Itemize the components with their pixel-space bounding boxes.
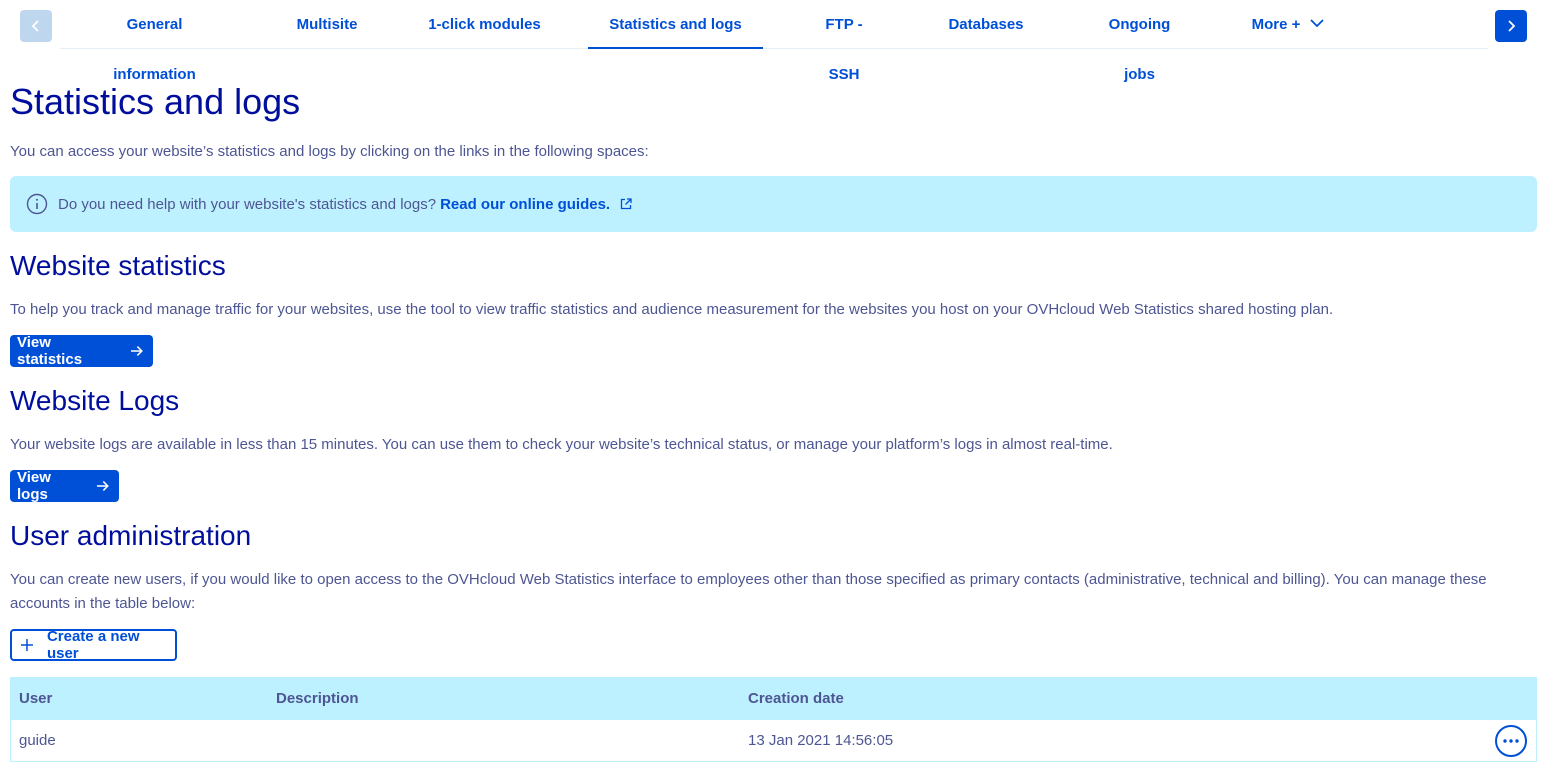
arrow-right-icon [131, 346, 144, 356]
online-guides-link[interactable]: Read our online guides. [440, 196, 610, 213]
chevron-down-icon [1310, 19, 1325, 28]
column-header-description: Description [276, 690, 359, 707]
tab-strip: General information Multisite 1-click mo… [60, 0, 1488, 83]
website-statistics-heading: Website statistics [10, 250, 226, 281]
arrow-right-icon [97, 481, 110, 491]
banner-text: Do you need help with your website's sta… [58, 195, 437, 213]
view-statistics-label: View statistics [17, 334, 83, 368]
cell-user: guide [19, 732, 56, 749]
tab-general-information[interactable]: General information [84, 0, 225, 83]
table-header: User Description Creation date [10, 677, 1537, 720]
tab-more-label: More + [1251, 16, 1301, 33]
website-logs-heading: Website Logs [10, 385, 180, 416]
website-logs-description: Your website logs are available in less … [10, 436, 1113, 453]
tab-multisite[interactable]: Multisite [292, 0, 362, 48]
plus-icon [20, 639, 33, 651]
scroll-tabs-right-button[interactable] [1495, 10, 1527, 42]
cell-creation-date: 13 Jan 2021 14:56:05 [748, 732, 894, 749]
view-logs-button[interactable]: View logs [10, 469, 119, 503]
view-statistics-button[interactable]: View statistics [10, 334, 153, 368]
website-statistics-description: To help you track and manage traffic for… [10, 301, 1334, 318]
tab-ongoing-jobs[interactable]: Ongoing jobs [1092, 0, 1187, 83]
chevron-right-icon [1508, 20, 1516, 32]
tab-1-click-modules[interactable]: 1-click modules [428, 0, 541, 48]
row-actions-button[interactable] [1495, 725, 1527, 757]
create-new-user-label: Create a new user [46, 628, 140, 662]
scroll-tabs-left-button[interactable] [20, 10, 52, 42]
info-icon [26, 193, 48, 215]
page-title: Statistics and logs [10, 81, 301, 122]
more-options-icon [1503, 739, 1519, 743]
chevron-left-icon [31, 20, 39, 32]
column-header-creation-date: Creation date [748, 690, 844, 707]
external-link-icon[interactable] [620, 198, 632, 210]
tab-navigation: General information Multisite 1-click mo… [0, 0, 1546, 83]
user-administration-heading: User administration [10, 520, 252, 551]
user-administration-description: You can create new users, if you would l… [10, 571, 1487, 612]
page-intro: You can access your website’s statistics… [10, 143, 649, 160]
tab-ftp-ssh[interactable]: FTP - SSH [810, 0, 878, 83]
users-table: User Description Creation date guide 13 … [10, 677, 1537, 762]
create-new-user-button[interactable]: Create a new user [10, 628, 177, 662]
help-banner: Do you need help with your website's sta… [10, 176, 1537, 232]
tab-databases[interactable]: Databases [948, 0, 1024, 48]
column-header-user: User [19, 690, 53, 707]
view-logs-label: View logs [17, 469, 51, 503]
table-row: guide 13 Jan 2021 14:56:05 [10, 720, 1537, 762]
tab-statistics-and-logs[interactable]: Statistics and logs [588, 0, 763, 49]
tab-more[interactable]: More + [1248, 0, 1328, 48]
